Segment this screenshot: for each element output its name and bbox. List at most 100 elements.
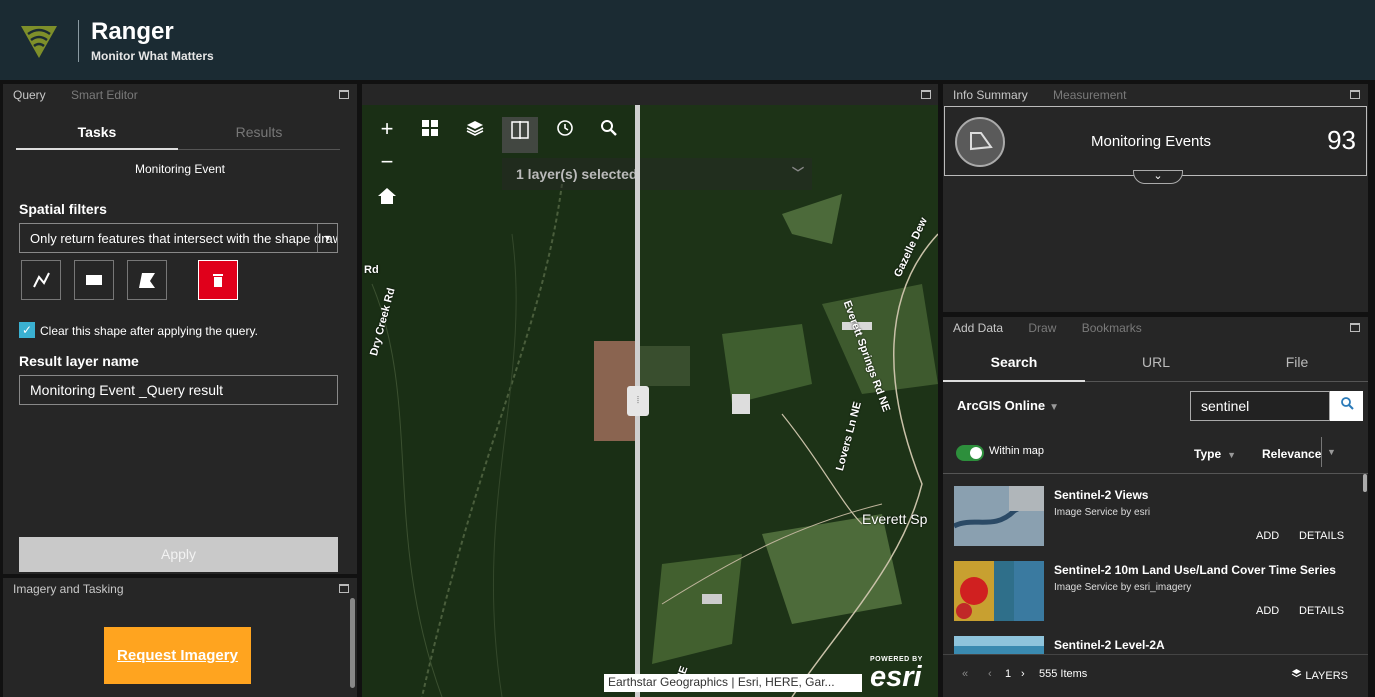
tab-file[interactable]: File [1226, 347, 1368, 382]
next-page-icon[interactable]: › [1021, 668, 1025, 680]
item-title[interactable]: Sentinel-2 Views [1054, 488, 1148, 502]
info-summary-panel: Info Summary Measurement Monitoring Even… [943, 84, 1368, 312]
tab-results[interactable]: Results [178, 124, 340, 150]
prev-page-icon[interactable]: ‹ [988, 668, 992, 680]
header-divider [78, 20, 79, 62]
query-subtabs: Tasks Results [16, 124, 340, 150]
relevance-sort[interactable]: Relevance [1262, 447, 1321, 461]
app-title: Ranger [91, 18, 174, 45]
source-value: ArcGIS Online [957, 398, 1046, 413]
app-subtitle: Monitor What Matters [91, 49, 214, 63]
search-button[interactable] [1330, 391, 1363, 421]
search-icon [1340, 397, 1354, 410]
swipe-handle[interactable]: ⦙ [627, 386, 649, 416]
spatial-select-value: Only return features that intersect with… [30, 231, 338, 246]
maximize-icon[interactable] [1350, 323, 1360, 332]
add-button[interactable]: ADD [1256, 530, 1279, 542]
type-filter[interactable]: Type ▼ [1194, 447, 1236, 461]
relevance-label: Relevance [1262, 447, 1322, 461]
result-layer-name-input[interactable]: Monitoring Event _Query result [19, 375, 338, 405]
search-input[interactable]: sentinel [1190, 391, 1330, 421]
tab-url[interactable]: URL [1085, 347, 1227, 382]
rectangle-icon [86, 275, 102, 285]
type-label: Type [1194, 447, 1222, 461]
chevron-down-icon: ﹀ [791, 166, 804, 180]
maximize-icon[interactable] [339, 90, 349, 99]
imagery-title: Imagery and Tasking [13, 582, 124, 596]
layer-list-icon[interactable] [460, 117, 490, 147]
map-label-rd: Rd [364, 264, 379, 276]
polyline-icon [33, 272, 50, 288]
tab-draw[interactable]: Draw [1028, 321, 1056, 335]
esri-wordmark: esri [870, 661, 922, 693]
sort-divider [1321, 437, 1322, 467]
within-map-toggle[interactable] [956, 445, 984, 461]
swipe-layer-select[interactable]: 1 layer(s) selected ﹀ [502, 158, 812, 190]
delete-shape-button[interactable] [198, 260, 238, 300]
clear-shape-checkbox[interactable]: ✓ [19, 322, 35, 338]
request-imagery-button[interactable]: Request Imagery [104, 627, 251, 684]
layers-button[interactable]: LAYERS [1291, 668, 1348, 682]
monitoring-events-card[interactable]: Monitoring Events 93 [944, 106, 1367, 176]
toggle-knob [970, 447, 982, 459]
list-item: Sentinel-2 10m Land Use/Land Cover Time … [954, 561, 1359, 631]
esri-logo: POWERED BY esri [870, 656, 934, 692]
zoom-in-icon[interactable]: + [372, 114, 402, 144]
chevron-down-icon: ▼ [317, 224, 337, 252]
tab-add-data[interactable]: Add Data [953, 321, 1003, 335]
page-number: 1 [1005, 668, 1012, 680]
zoom-out-icon[interactable]: − [372, 147, 402, 177]
list-item: Sentinel-2 Level-2A [954, 636, 1359, 654]
item-title[interactable]: Sentinel-2 10m Land Use/Land Cover Time … [1054, 563, 1336, 577]
spatial-relationship-select[interactable]: Only return features that intersect with… [19, 223, 338, 253]
imagery-panel-title: Imagery and Tasking [13, 582, 146, 596]
info-summary-title: Monitoring Events [1091, 133, 1212, 150]
maximize-icon[interactable] [921, 90, 931, 99]
add-data-source-tabs: Search URL File [943, 347, 1368, 382]
draw-polygon-button[interactable] [127, 260, 167, 300]
details-button[interactable]: DETAILS [1299, 605, 1344, 617]
add-button[interactable]: ADD [1256, 605, 1279, 617]
draw-polyline-button[interactable] [21, 260, 61, 300]
tab-search[interactable]: Search [943, 347, 1085, 382]
app-header: Ranger Monitor What Matters [0, 0, 1375, 80]
time-slider-icon[interactable] [550, 117, 580, 147]
maximize-icon[interactable] [339, 584, 349, 593]
results-footer: « ‹ 1 › 555 Items LAYERS [943, 654, 1368, 694]
basemap-gallery-icon[interactable] [415, 117, 445, 147]
list-item: Sentinel-2 Views Image Service by esri A… [954, 486, 1359, 556]
draw-rectangle-button[interactable] [74, 260, 114, 300]
tab-tasks[interactable]: Tasks [16, 124, 178, 150]
add-data-panel: Add Data Draw Bookmarks Search URL File … [943, 317, 1368, 697]
tab-measurement[interactable]: Measurement [1053, 88, 1126, 102]
details-button[interactable]: DETAILS [1299, 530, 1344, 542]
source-dropdown[interactable]: ArcGIS Online ▼ [957, 398, 1059, 413]
add-data-panel-tabs: Add Data Draw Bookmarks [953, 321, 1164, 335]
list-scrollbar[interactable] [1363, 474, 1367, 492]
map-view[interactable]: Rd Dry Creek Rd Everett Springs Rd NE Ga… [362, 84, 938, 697]
tab-query[interactable]: Query [13, 88, 46, 102]
home-icon[interactable] [372, 186, 402, 216]
item-title[interactable]: Sentinel-2 Level-2A [1054, 638, 1165, 652]
list-divider [943, 473, 1368, 474]
imagery-scrollbar[interactable] [350, 598, 355, 688]
first-page-icon[interactable]: « [962, 668, 968, 680]
tab-info-summary[interactable]: Info Summary [953, 88, 1028, 102]
layers-label: LAYERS [1305, 670, 1348, 682]
map-attribution: Earthstar Geographics | Esri, HERE, Gar.… [604, 674, 862, 692]
expand-chevron-icon[interactable]: ⌄ [1133, 170, 1183, 184]
maximize-icon[interactable] [1350, 90, 1360, 99]
clear-shape-label: Clear this shape after applying the quer… [40, 324, 258, 338]
item-thumbnail [954, 486, 1044, 546]
tab-bookmarks[interactable]: Bookmarks [1082, 321, 1142, 335]
search-icon[interactable] [594, 117, 624, 147]
sort-direction-icon[interactable]: ▼ [1327, 447, 1336, 457]
swipe-tool-icon[interactable] [502, 117, 538, 153]
map-label-everett: Everett Sp [862, 511, 928, 527]
spatial-filters-label: Spatial filters [19, 201, 107, 217]
tab-smart-editor[interactable]: Smart Editor [71, 88, 138, 102]
item-thumbnail [954, 561, 1044, 621]
chevron-down-icon: ▼ [1049, 402, 1060, 413]
chevron-down-icon: ▼ [1227, 450, 1237, 460]
apply-button[interactable]: Apply [19, 537, 338, 572]
